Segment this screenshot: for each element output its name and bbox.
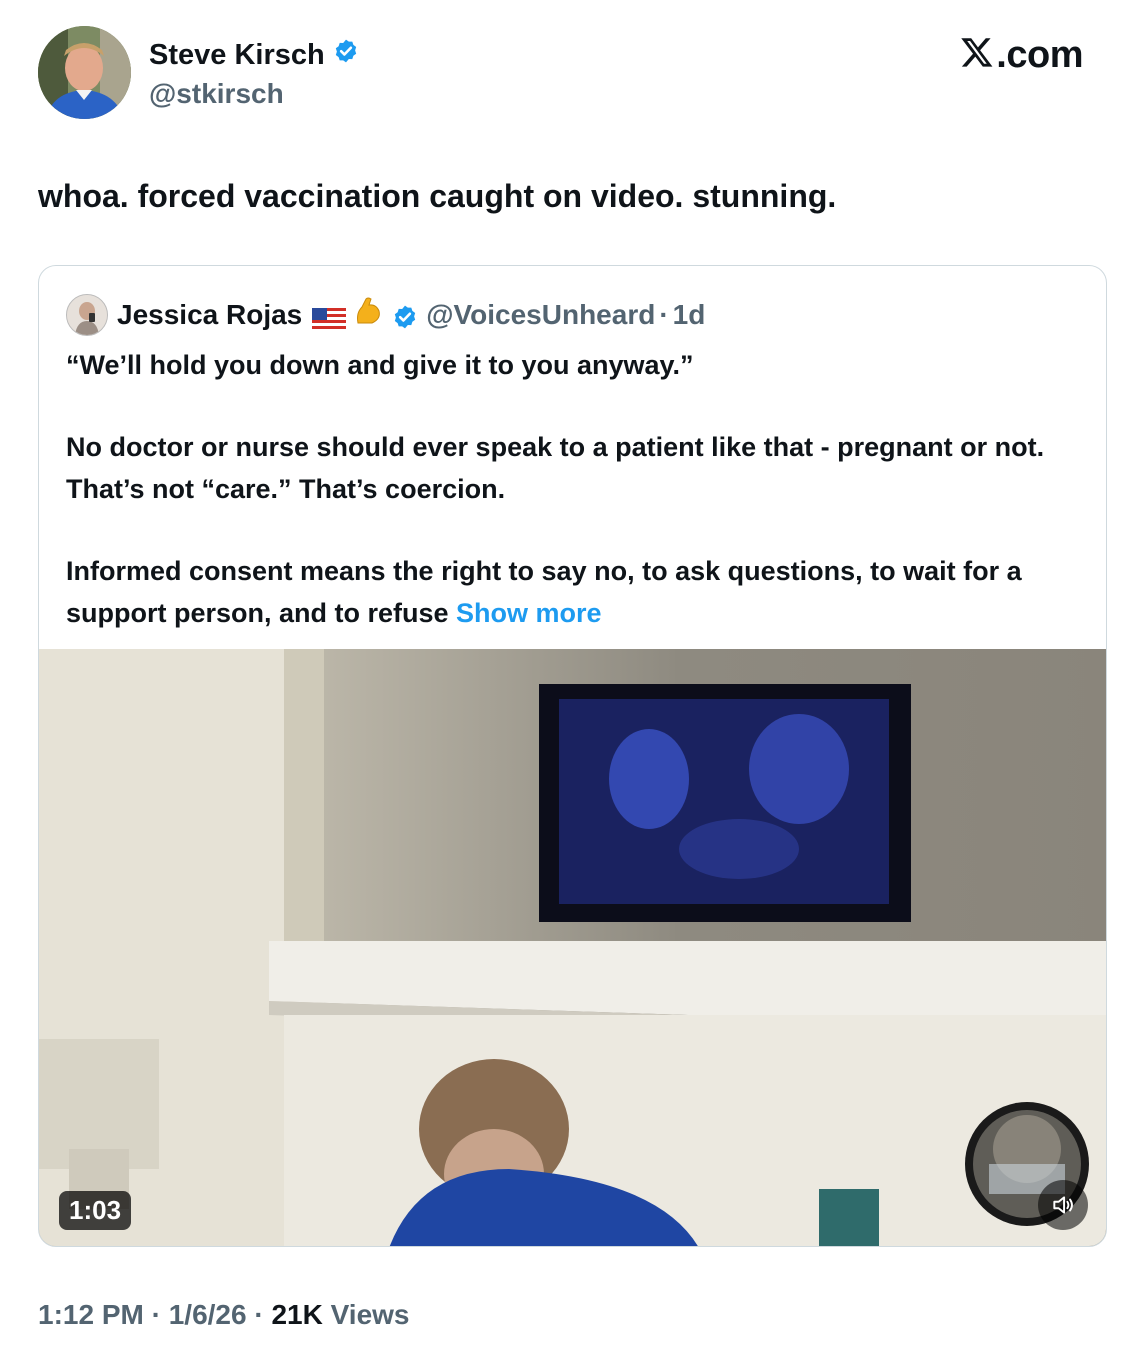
views-label: Views [322,1299,410,1330]
quoted-paragraph: “We’ll hold you down and give it to you … [66,350,694,380]
us-flag-icon [312,304,347,330]
x-logo-icon [960,35,994,79]
quoted-tweet-body: “We’ll hold you down and give it to you … [66,344,1076,634]
verified-badge-icon [333,38,359,72]
quoted-author-avatar[interactable] [66,294,108,336]
video-frame [39,649,1106,1246]
quoted-author-name[interactable]: Jessica Rojas [117,298,302,332]
views-count: 21K [271,1299,323,1330]
footer-separator: · [143,1299,169,1330]
mute-button[interactable] [1038,1180,1088,1230]
show-more-link[interactable]: Show more [456,598,602,628]
quoted-tweet-header: Jessica Rojas @VoicesUnheard · 1d [66,294,705,336]
quoted-author-handle[interactable]: @VoicesUnheard [426,298,655,332]
x-brand-label: .com [996,34,1083,76]
footer-separator: · [246,1299,272,1330]
quoted-separator: · [659,299,669,330]
speaker-icon [1053,1196,1073,1214]
video-duration: 1:03 [59,1191,132,1230]
quoted-avatar-image [67,295,107,335]
tweet-time[interactable]: 1:12 PM [38,1299,144,1330]
tweet-text: whoa. forced vaccination caught on video… [38,178,837,214]
quoted-tweet-card[interactable]: Jessica Rojas @VoicesUnheard · 1d “We’ll… [38,265,1107,1247]
author-info: Steve Kirsch @stkirsch [149,38,359,112]
video-player[interactable]: 1:03 [39,649,1106,1246]
tweet-metadata: 1:12 PM · 1/6/26 · 21K Views [38,1298,410,1332]
flexed-biceps-icon [352,295,384,335]
quoted-paragraph: No doctor or nurse should ever speak to … [66,432,1045,504]
quoted-tweet-age[interactable]: 1d [673,298,706,332]
x-brand: .com [960,34,1083,79]
tweet-date[interactable]: 1/6/26 [169,1299,247,1330]
author-handle[interactable]: @stkirsch [149,76,359,112]
quoted-verified-badge-icon [392,298,418,332]
quoted-paragraph-last: Informed consent means the right to say … [66,550,1076,634]
avatar-image [38,26,131,119]
author-name[interactable]: Steve Kirsch [149,38,325,72]
author-avatar[interactable] [38,26,131,119]
author-name-row[interactable]: Steve Kirsch [149,38,359,72]
